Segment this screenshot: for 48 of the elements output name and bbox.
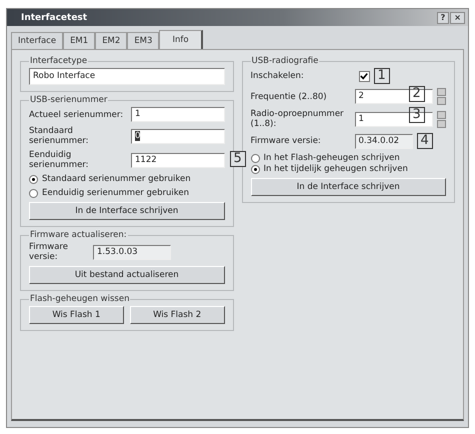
tab[interactable]: Interface [11, 32, 64, 49]
text-field[interactable]: 0 [131, 128, 224, 144]
field-value: 1122 [135, 154, 157, 164]
tab[interactable]: EM3 [127, 32, 160, 49]
field-value: 0 [135, 130, 140, 140]
field-label: Standaard serienummer: [29, 126, 90, 146]
radio-button[interactable] [29, 188, 38, 198]
group-title: USB-serienummer [29, 95, 108, 105]
group-title: Flash-geheugen wissen [29, 294, 130, 304]
group-title: Firmware actualiseren: [29, 230, 128, 240]
callout-number: 1 [374, 68, 390, 84]
field-label: Frequentie (2..80) [250, 92, 328, 102]
group-title: Interfacetype [29, 56, 88, 66]
radio-label: In het tijdelijk geheugen schrijven [264, 164, 408, 174]
text-field[interactable]: 1122 [131, 152, 224, 168]
field-label: Radio-oproepnummer (1..8): [250, 109, 345, 129]
help-button[interactable]: ? [436, 12, 450, 24]
field-label: Actueel serienummer: [29, 110, 124, 120]
radio-button[interactable] [250, 164, 260, 174]
radio-button[interactable] [250, 154, 260, 162]
erase-button[interactable]: Wis Flash 2 [130, 306, 224, 324]
field-value: 1 [135, 109, 140, 119]
radio-label: Eenduidig serienummer gebruiken [42, 188, 189, 198]
update-button[interactable]: Uit bestand actualiseren [29, 266, 224, 284]
spin-buttons[interactable] [437, 88, 446, 105]
checkbox[interactable] [358, 70, 370, 82]
tab[interactable]: Info [159, 30, 203, 49]
erase-button[interactable]: Wis Flash 1 [29, 306, 124, 324]
callout-number: 2 [408, 86, 425, 102]
field-label: Firmware versie: [29, 242, 69, 262]
spin-buttons[interactable] [437, 110, 446, 128]
text-field[interactable]: Robo Interface [29, 68, 224, 85]
group-title: USB-radiografie [250, 56, 320, 66]
field-label: Eenduidig serienummer: [29, 150, 90, 170]
text-field[interactable]: 1 [131, 107, 224, 122]
radio-button[interactable] [29, 174, 38, 184]
write-button[interactable]: In de Interface schrijven [29, 202, 224, 220]
callout-number: 4 [416, 133, 433, 149]
radio-label: Standaard serienummer gebruiken [42, 174, 191, 184]
callout-number: 5 [230, 151, 246, 167]
close-button[interactable]: × [450, 12, 465, 24]
radio-label: In het Flash-geheugen schrijven [264, 153, 400, 163]
window-title: Interfacetest [21, 12, 88, 22]
field-label: Firmware versie: [250, 136, 322, 146]
write-button[interactable]: In de Interface schrijven [250, 178, 446, 196]
tab[interactable]: EM1 [63, 32, 96, 49]
tab[interactable]: EM2 [95, 32, 128, 49]
field-label: Inschakelen: [250, 71, 305, 81]
